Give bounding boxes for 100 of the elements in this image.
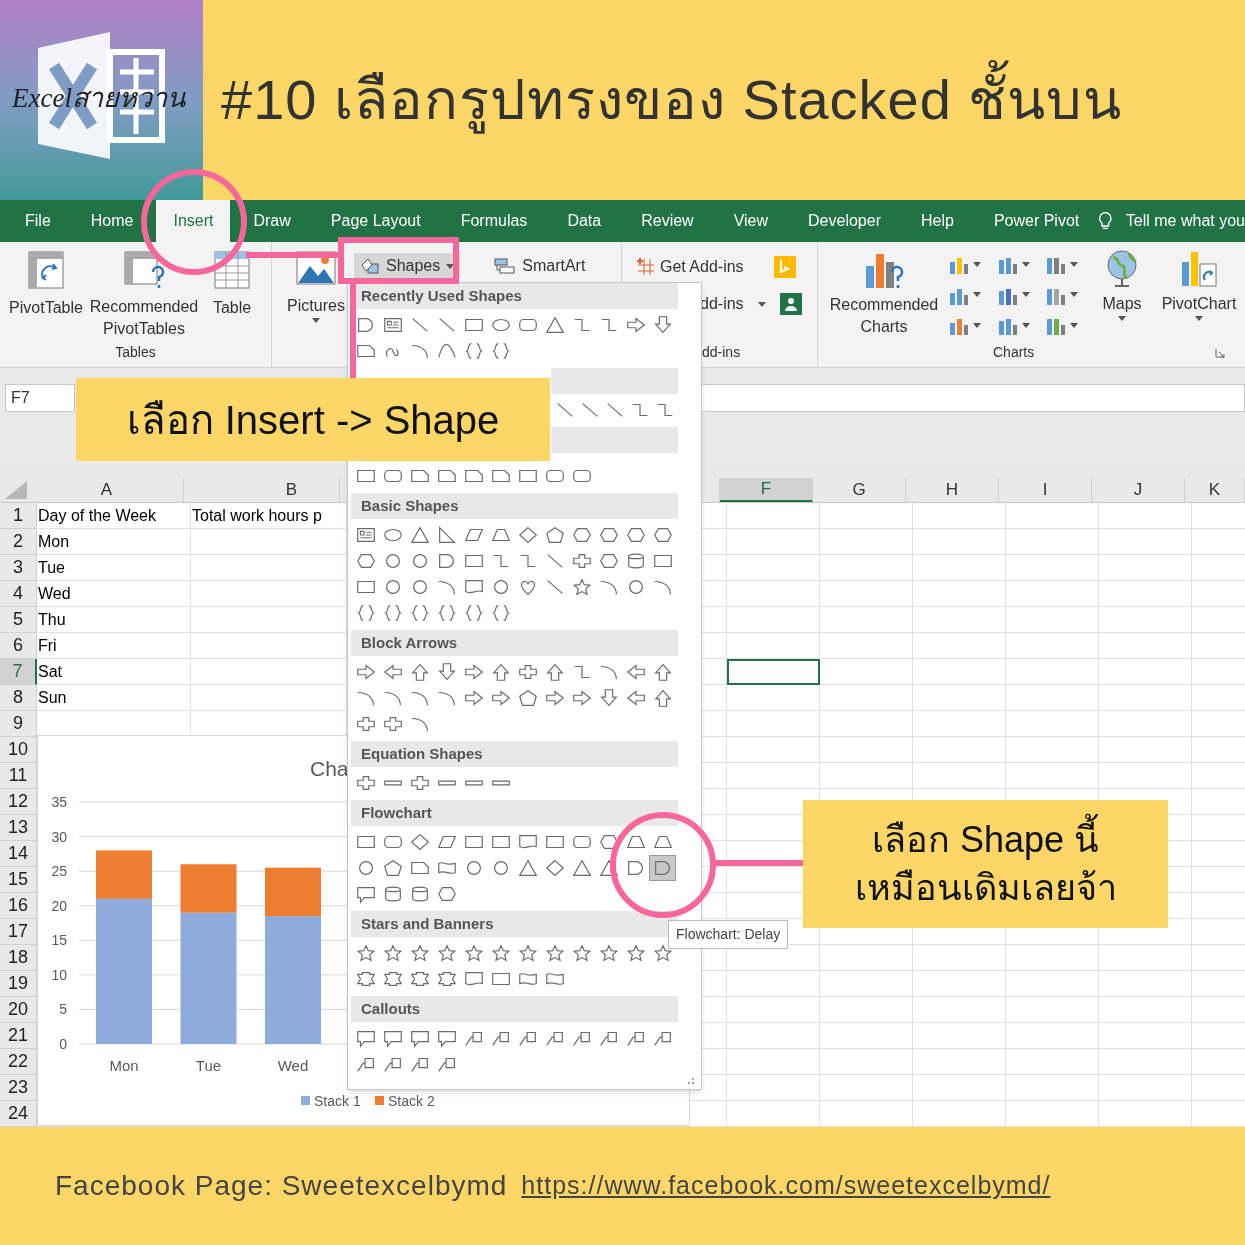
menu-section-header: Flowchart xyxy=(351,800,678,826)
row-header[interactable]: 8 xyxy=(0,685,37,711)
caret-icon xyxy=(1195,316,1203,321)
facebook-link[interactable]: https://www.facebook.com/sweetexcelbymd/ xyxy=(521,1167,1051,1205)
axis-tick-label: 10 xyxy=(51,966,67,983)
row-header[interactable]: 6 xyxy=(0,633,37,659)
row-header[interactable]: 24 xyxy=(0,1101,37,1127)
row-header[interactable]: 15 xyxy=(0,867,37,893)
shapes-icon xyxy=(360,257,380,275)
ribbon-tab[interactable]: Review xyxy=(641,200,694,242)
caret-icon xyxy=(973,322,981,328)
recommended-pivottables-button[interactable]: Recommended PivotTables xyxy=(88,250,200,342)
tell-me-field[interactable]: Tell me what you xyxy=(1125,209,1245,233)
axis-tick-label: 0 xyxy=(59,1036,67,1052)
column-header[interactable]: F xyxy=(720,478,813,502)
legend-label: Stack 1 xyxy=(314,1093,361,1109)
maps-button[interactable]: Maps xyxy=(1096,248,1148,342)
footer-label: Facebook Page: Sweetexcelbymd xyxy=(55,1169,508,1203)
legend-item: Stack 1 xyxy=(301,1093,361,1109)
axis-tick-label: 25 xyxy=(51,863,67,880)
row-header[interactable]: 19 xyxy=(0,971,37,997)
addins-button[interactable]: dd-ins xyxy=(700,292,766,316)
name-box[interactable]: F7 xyxy=(5,384,75,412)
row-header[interactable]: 7 xyxy=(0,659,37,685)
callout-box: เลือก Insert -> Shape xyxy=(76,378,550,461)
menu-section-header: Block Arrows xyxy=(351,630,678,656)
caret-icon xyxy=(973,292,981,298)
row-header[interactable]: 10 xyxy=(0,737,37,763)
column-header[interactable]: G xyxy=(813,478,906,502)
menu-section-header: Callouts xyxy=(351,996,678,1022)
column-header[interactable]: I xyxy=(999,478,1092,502)
row-header[interactable]: 5 xyxy=(0,607,37,633)
menu-section-header: Basic Shapes xyxy=(351,493,678,519)
legend-item: Stack 2 xyxy=(375,1093,435,1109)
column-header[interactable]: K xyxy=(1185,478,1245,502)
row-header[interactable]: 17 xyxy=(0,919,37,945)
axis-tick-label: 20 xyxy=(51,897,67,914)
axis-label: Wed xyxy=(277,1057,309,1074)
caret-icon xyxy=(973,261,981,267)
row-header[interactable]: 23 xyxy=(0,1075,37,1101)
pivot-table-question-icon xyxy=(123,250,165,290)
resize-grip-icon[interactable] xyxy=(687,1077,695,1085)
callout-box: เลือก Shape นี้ เหมือนเดิมเลยจ้า xyxy=(803,800,1168,928)
recommended-charts-button[interactable]: Recommended Charts xyxy=(828,248,940,342)
caret-icon xyxy=(1070,322,1079,328)
column-header[interactable]: J xyxy=(1092,478,1185,502)
pivotchart-button[interactable]: PivotChart xyxy=(1156,248,1242,342)
column-header[interactable]: A xyxy=(30,478,184,502)
shapes-button[interactable]: Shapes xyxy=(354,253,461,279)
axis-label: Tue xyxy=(195,1057,222,1074)
pivottable-button[interactable]: PivotTable xyxy=(6,250,86,342)
caret-icon xyxy=(1021,261,1030,267)
active-cell[interactable] xyxy=(727,659,820,685)
ribbon-tab[interactable]: Insert xyxy=(156,200,231,242)
row-header[interactable]: 13 xyxy=(0,815,37,841)
smartart-icon xyxy=(494,258,517,274)
row-header[interactable]: 11 xyxy=(0,763,37,789)
ribbon-tab[interactable]: Developer xyxy=(808,200,881,242)
axis-label: Mon xyxy=(109,1057,139,1074)
get-addins-button[interactable]: Get Add-ins xyxy=(636,255,744,279)
ribbon-tab[interactable]: Formulas xyxy=(460,200,528,242)
ribbon-tab[interactable]: File xyxy=(25,200,51,242)
group-label: Charts xyxy=(993,343,1035,362)
row-header[interactable]: 12 xyxy=(0,789,37,815)
row-header[interactable]: 22 xyxy=(0,1049,37,1075)
column-header[interactable]: H xyxy=(906,478,999,502)
ribbon-tab[interactable]: Data xyxy=(567,200,602,242)
row-header[interactable]: 18 xyxy=(0,945,37,971)
table-button[interactable]: Table xyxy=(202,250,262,342)
row-header[interactable]: 20 xyxy=(0,997,37,1023)
ribbon-tab[interactable]: Help xyxy=(920,200,954,242)
axis-tick-label: 15 xyxy=(51,932,67,949)
row-header[interactable]: 1 xyxy=(0,503,37,529)
caret-icon xyxy=(312,318,320,323)
row-header[interactable]: 4 xyxy=(0,581,37,607)
ribbon-tab[interactable]: Page Layout xyxy=(330,200,421,242)
ribbon-tab[interactable]: Draw xyxy=(253,200,291,242)
row-header[interactable]: 16 xyxy=(0,893,37,919)
ribbon-tab[interactable]: Power Pivot xyxy=(993,200,1080,242)
people-icon[interactable] xyxy=(779,293,802,315)
chart-title: Cha xyxy=(310,757,349,780)
shape-icon[interactable] xyxy=(649,855,676,881)
axis-tick-label: 35 xyxy=(51,794,67,810)
group-label: dd-ins xyxy=(701,343,742,362)
ribbon-tab[interactable]: View xyxy=(733,200,769,242)
caret-icon xyxy=(1118,316,1126,321)
caret-icon xyxy=(757,301,766,307)
ribbon-tab[interactable]: Home xyxy=(90,200,134,242)
row-header[interactable]: 3 xyxy=(0,555,37,581)
caret-icon xyxy=(446,263,455,269)
banner-title: #10 เลือกรูปทรงของ Stacked ชั้นบน xyxy=(221,58,1123,142)
row-header[interactable]: 2 xyxy=(0,529,37,555)
axis-tick-label: 5 xyxy=(59,1001,67,1018)
smartart-button[interactable]: SmartArt xyxy=(494,253,586,279)
column-header[interactable]: B xyxy=(184,478,340,502)
row-header[interactable]: 9 xyxy=(0,711,37,737)
row-header[interactable]: 14 xyxy=(0,841,37,867)
caret-icon xyxy=(1021,292,1030,298)
dialog-launcher-icon[interactable] xyxy=(1215,347,1225,358)
row-header[interactable]: 21 xyxy=(0,1023,37,1049)
